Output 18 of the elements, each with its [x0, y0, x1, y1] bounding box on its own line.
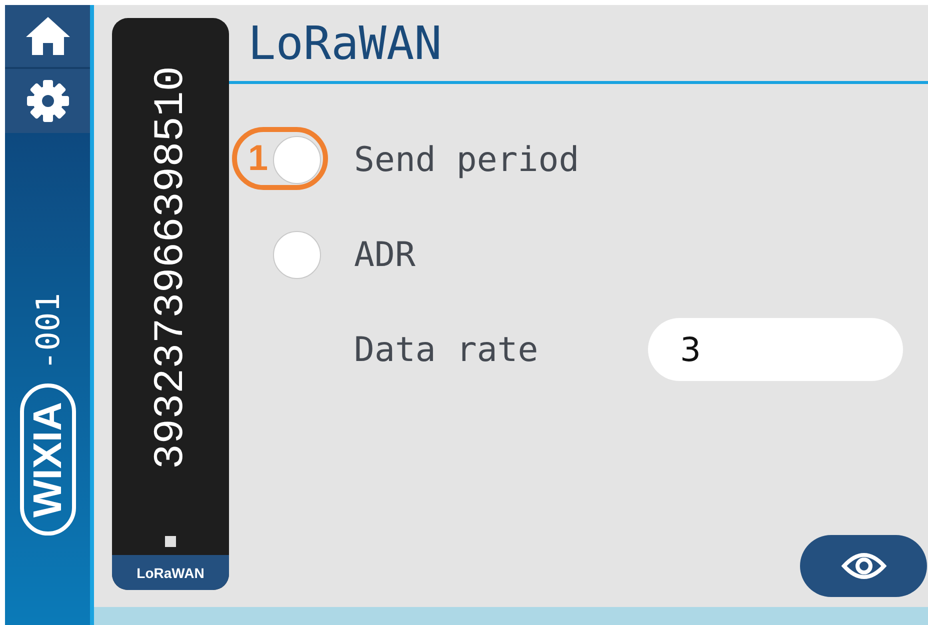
card-label: LoRaWAN [112, 555, 229, 590]
page-title: LoRaWAN [248, 16, 442, 70]
home-icon [24, 15, 72, 57]
radio-button[interactable] [273, 230, 321, 278]
device-id: -001 [28, 292, 66, 370]
option-label: Send period [354, 140, 580, 180]
option-label: ADR [354, 234, 416, 274]
radio-button[interactable] [273, 136, 321, 184]
step-marker: 1 [232, 126, 328, 190]
eye-icon [840, 552, 886, 580]
settings-button[interactable] [5, 69, 90, 133]
home-button[interactable] [5, 5, 90, 69]
field-label: Data rate [354, 330, 538, 370]
serial-number: 3932373966398510 [146, 66, 194, 470]
indicator-icon [165, 536, 176, 547]
data-rate-field[interactable]: 3 [648, 318, 903, 381]
settings-icon [26, 79, 70, 123]
brand-logo: WIXIA [20, 384, 76, 536]
